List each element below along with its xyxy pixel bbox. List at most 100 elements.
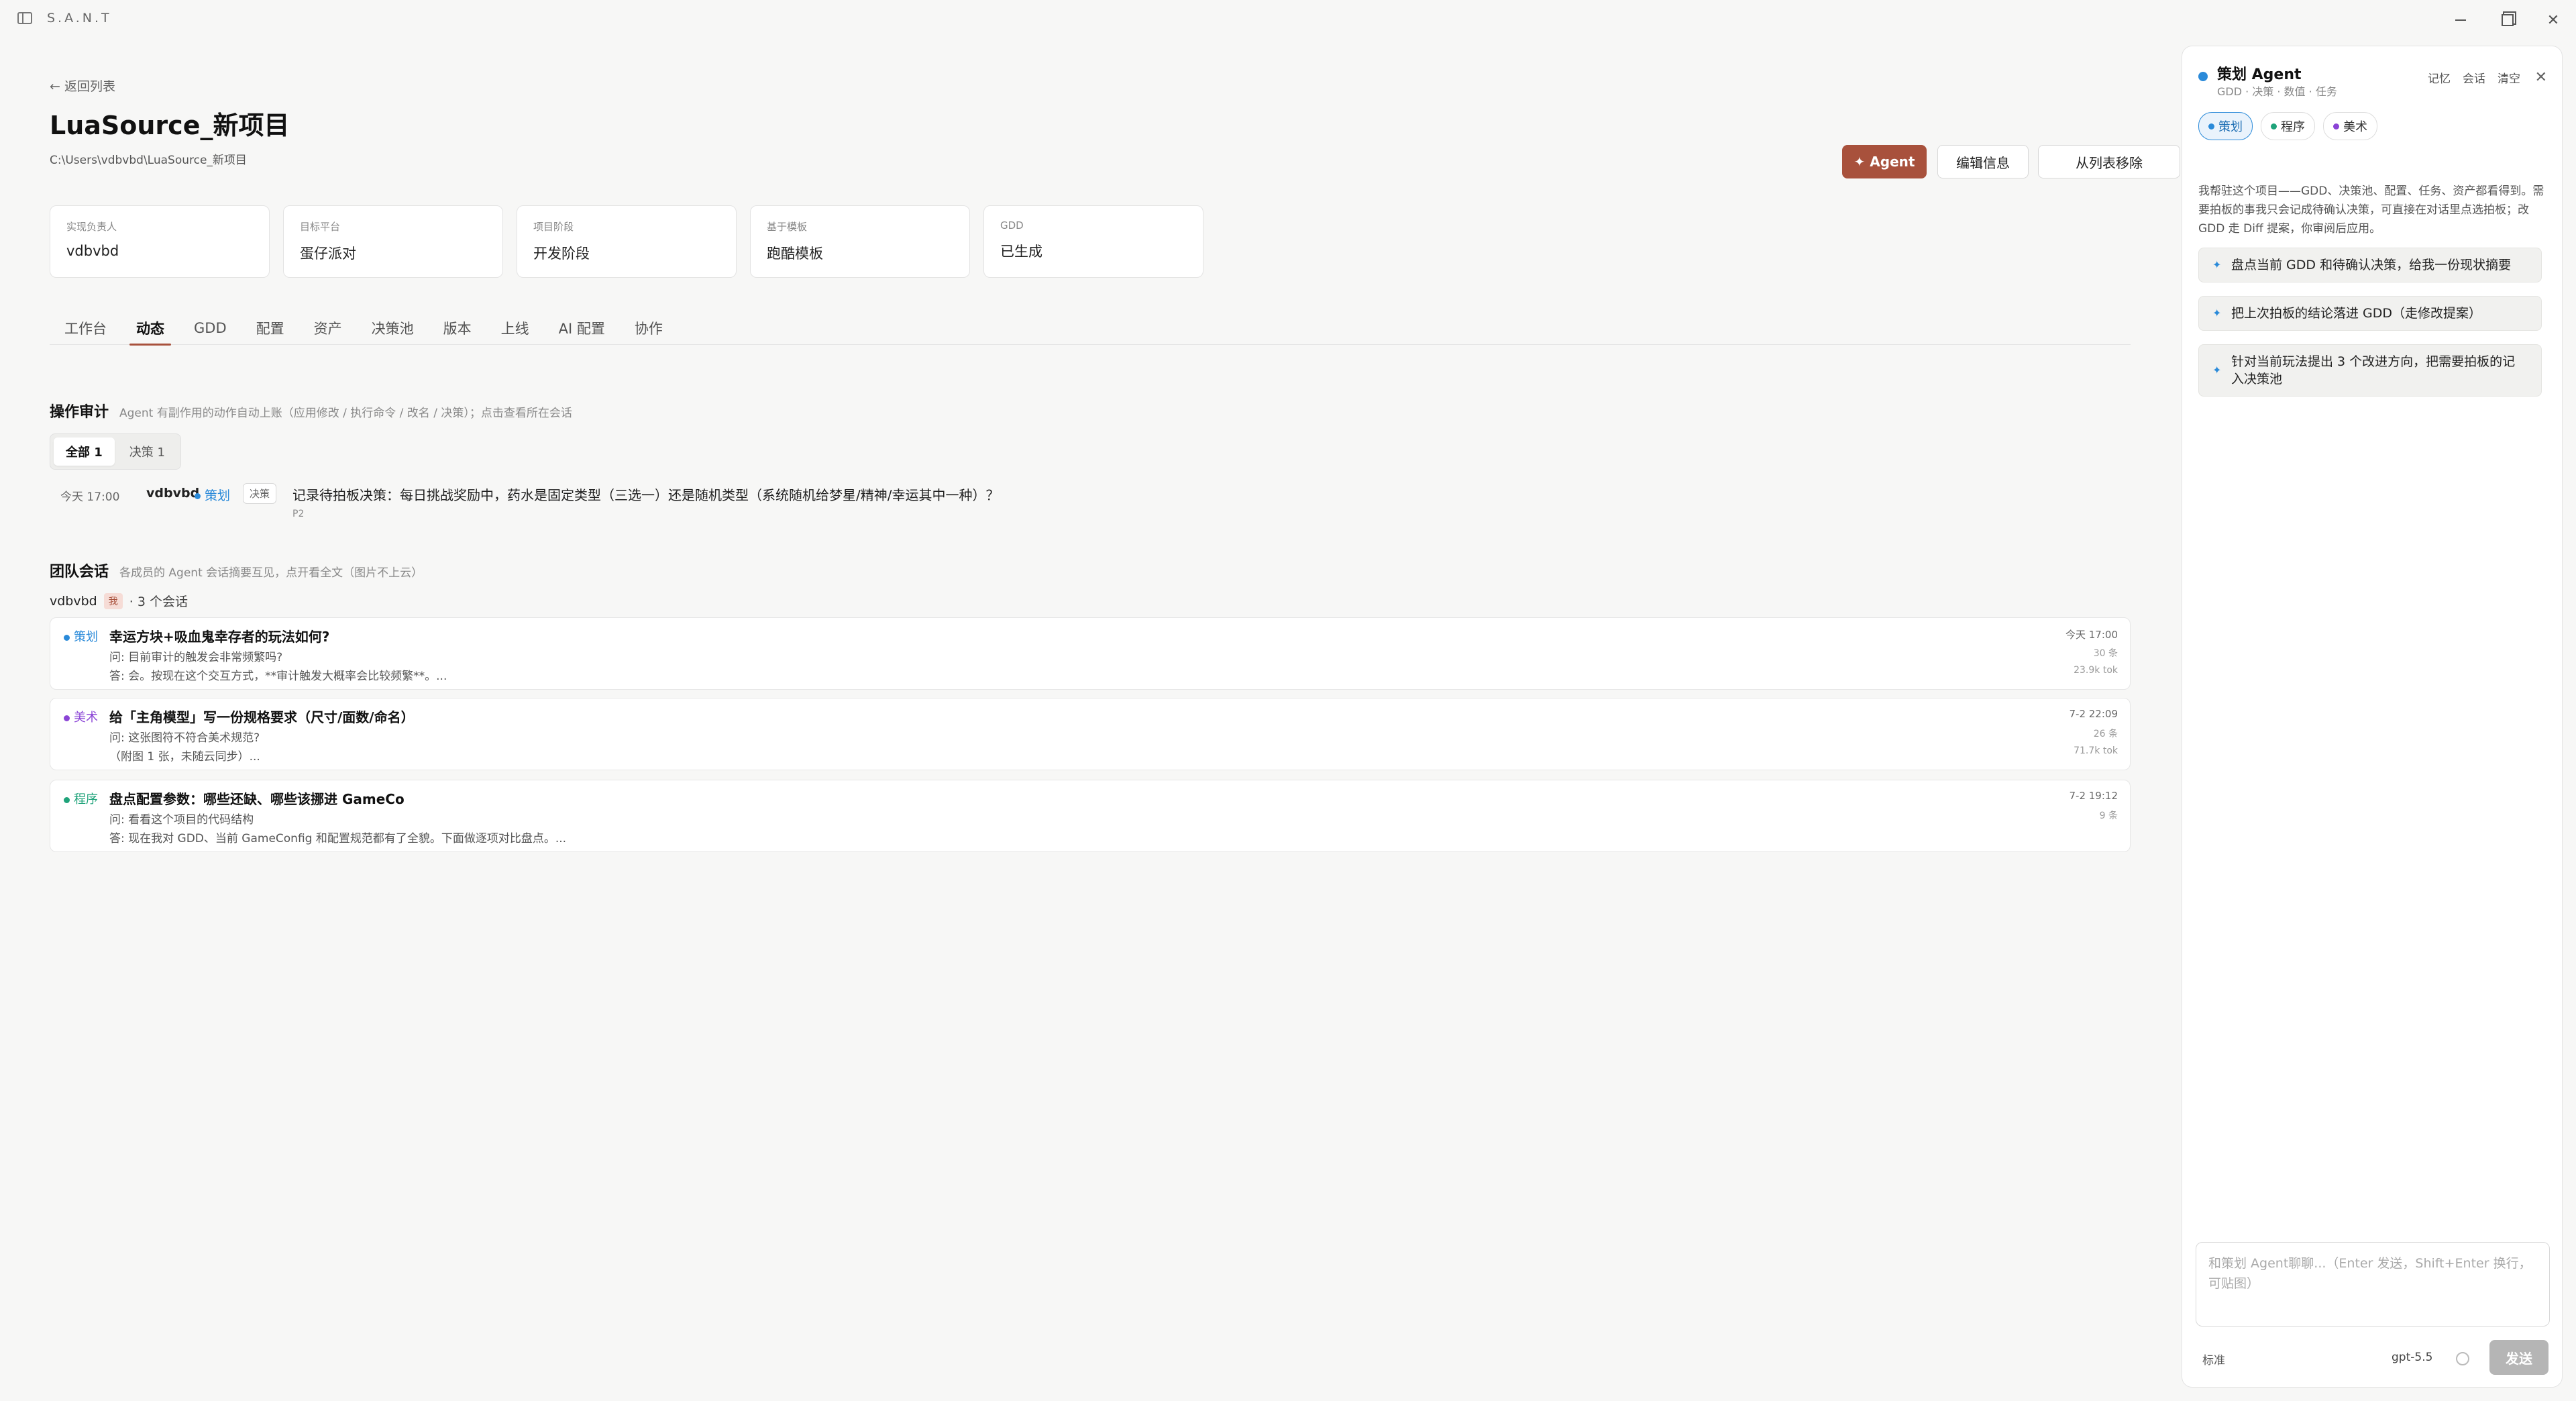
team-section-header: 团队会话 各成员的 Agent 会话摘要互见，点开看全文（图片不上云） (50, 560, 423, 581)
session-answer: （附图 1 张，未随云同步）... (109, 750, 260, 764)
info-card-label: GDD (1000, 219, 1024, 231)
audit-type-badge: 决策 (243, 483, 277, 504)
mode-selector[interactable]: 标准 (2202, 1351, 2225, 1367)
audit-user: vdbvbd (146, 486, 200, 501)
session-time: 7-2 19:12 (2069, 790, 2118, 802)
role-chip-label: 美术 (2343, 120, 2367, 134)
role-chip-label: 策划 (2218, 120, 2243, 134)
agent-status-icon (2198, 72, 2208, 81)
info-card-template: 基于模板 跑酷模板 (750, 205, 970, 278)
role-chip-artist[interactable]: 美术 (2323, 112, 2377, 140)
back-to-list-link[interactable]: ← 返回列表 (50, 76, 115, 95)
tab-config[interactable]: 配置 (241, 311, 299, 345)
maximize-icon[interactable] (2494, 8, 2521, 32)
agent-intro: 我帮驻这个项目——GDD、决策池、配置、任务、资产都看得到。需要拍板的事我只会记… (2198, 185, 2544, 236)
suggestion-item[interactable]: ✦ 针对当前玩法提出 3 个改进方向，把需要拍板的记入决策池 (2198, 344, 2542, 397)
tab-workbench[interactable]: 工作台 (50, 311, 121, 345)
session-title: 盘点配置参数：哪些还缺、哪些该挪进 GameCo (109, 791, 405, 807)
sessions-button[interactable]: 会话 (2463, 69, 2485, 86)
tab-launch[interactable]: 上线 (486, 311, 544, 345)
role-chip-label: 程序 (2281, 120, 2305, 134)
info-card-label: 基于模板 (767, 221, 808, 233)
tab-versions[interactable]: 版本 (429, 311, 486, 345)
memory-button[interactable]: 记忆 (2428, 69, 2451, 86)
sparkle-icon: ✦ (2212, 307, 2222, 319)
session-role-label: 美术 (74, 711, 98, 725)
info-card-label: 项目阶段 (533, 221, 574, 233)
tab-activity[interactable]: 动态 (121, 311, 179, 346)
audit-section-header: 操作审计 Agent 有副作用的动作自动上账（应用修改 / 执行命令 / 改名 … (50, 400, 572, 421)
agent-button[interactable]: ✦ Agent (1842, 145, 1927, 178)
info-card-platform: 目标平台 蛋仔派对 (283, 205, 503, 278)
info-card-stage: 项目阶段 开发阶段 (517, 205, 737, 278)
session-role: 策划 (64, 627, 98, 645)
agent-chat-input[interactable]: 和策划 Agent聊聊...（Enter 发送，Shift+Enter 换行，可… (2196, 1242, 2550, 1327)
audit-row[interactable]: 今天 17:00 vdbvbd 策划 决策 记录待拍板决策：每日挑战奖励中，药水… (50, 483, 2131, 523)
suggestion-item[interactable]: ✦ 盘点当前 GDD 和待确认决策，给我一份现状摘要 (2198, 248, 2542, 282)
project-tabs: 工作台 动态 GDD 配置 资产 决策池 版本 上线 AI 配置 协作 (50, 311, 2131, 346)
team-subtitle: 各成员的 Agent 会话摘要互见，点开看全文（图片不上云） (119, 566, 423, 580)
session-title: 给「主角模型」写一份规格要求（尺寸/面数/命名） (109, 709, 415, 725)
info-card-label: 实现负责人 (66, 221, 117, 233)
audit-filter-group: 全部 1 决策 1 (50, 433, 181, 470)
session-card[interactable]: 美术 给「主角模型」写一份规格要求（尺寸/面数/命名） 问: 这张图符不符合美术… (50, 698, 2131, 770)
tab-ai-config[interactable]: AI 配置 (544, 311, 620, 345)
tab-decision-pool[interactable]: 决策池 (357, 311, 429, 345)
team-user-line: vdbvbd 我 · 3 个会话 (50, 592, 188, 610)
session-question: 问: 看看这个项目的代码结构 (109, 813, 254, 827)
project-path: C:\Users\vdbvbd\LuaSource_新项目 (50, 154, 247, 167)
close-window-icon[interactable]: ✕ (2540, 8, 2567, 32)
title-bar: S.A.N.T ✕ (0, 0, 2576, 40)
filter-all[interactable]: 全部 1 (54, 437, 115, 466)
model-selector[interactable]: gpt-5.5 (2392, 1351, 2432, 1364)
role-dot-icon (2271, 123, 2277, 129)
minimize-icon[interactable] (2447, 8, 2474, 32)
audit-text: 记录待拍板决策：每日挑战奖励中，药水是固定类型（三选一）还是随机类型（系统随机给… (292, 487, 1000, 503)
session-message-count: 26 条 (2093, 729, 2118, 739)
session-question: 问: 这张图符不符合美术规范? (109, 731, 260, 745)
team-user-name: vdbvbd (50, 593, 97, 609)
close-panel-icon[interactable]: ✕ (2535, 69, 2547, 86)
app-name: S.A.N.T (47, 11, 112, 25)
info-card-gdd: GDD 已生成 (983, 205, 1203, 278)
suggestion-item[interactable]: ✦ 把上次拍板的结论落进 GDD（走修改提案） (2198, 296, 2542, 331)
remove-from-list-button[interactable]: 从列表移除 (2038, 145, 2180, 178)
tab-gdd[interactable]: GDD (179, 311, 241, 345)
audit-time: 今天 17:00 (60, 490, 120, 504)
session-answer: 答: 现在我对 GDD、当前 GameConfig 和配置规范都有了全貌。下面做… (109, 832, 567, 845)
session-card[interactable]: 策划 幸运方块+吸血鬼幸存者的玩法如何? 问: 目前审计的触发会非常频繁吗? 答… (50, 617, 2131, 690)
role-dot-icon (2333, 123, 2339, 129)
suggestion-text: 盘点当前 GDD 和待确认决策，给我一份现状摘要 (2231, 258, 2512, 272)
agent-panel: 策划 Agent GDD · 决策 · 数值 · 任务 记忆 会话 清空 ✕ 策… (2182, 46, 2563, 1388)
role-chip-programmer[interactable]: 程序 (2261, 112, 2315, 140)
session-token-count: 23.9k tok (2074, 665, 2118, 676)
audit-subtitle: Agent 有副作用的动作自动上账（应用修改 / 执行命令 / 改名 / 决策）… (119, 407, 572, 420)
tab-collaboration[interactable]: 协作 (620, 311, 678, 345)
filter-decisions[interactable]: 决策 1 (117, 437, 177, 466)
session-time: 7-2 22:09 (2069, 708, 2118, 720)
edit-info-button[interactable]: 编辑信息 (1937, 145, 2029, 178)
session-card[interactable]: 程序 盘点配置参数：哪些还缺、哪些该挪进 GameCo 问: 看看这个项目的代码… (50, 780, 2131, 852)
info-card-value: 跑酷模板 (767, 246, 823, 262)
sidebar-toggle-icon[interactable] (17, 12, 32, 24)
clear-button[interactable]: 清空 (2498, 69, 2520, 86)
info-cards: 实现负责人 vdbvbd 目标平台 蛋仔派对 项目阶段 开发阶段 基于模板 跑酷… (50, 205, 1203, 278)
session-role-label: 程序 (74, 792, 98, 807)
role-dot-icon (64, 634, 70, 641)
info-card-value: 蛋仔派对 (300, 246, 356, 262)
info-card-owner: 实现负责人 vdbvbd (50, 205, 270, 278)
role-dot-icon (64, 796, 70, 803)
session-question: 问: 目前审计的触发会非常频繁吗? (109, 651, 283, 664)
send-button[interactable]: 发送 (2489, 1340, 2548, 1375)
audit-title: 操作审计 (50, 404, 109, 421)
role-dot-icon (195, 493, 201, 499)
agent-actions: 记忆 会话 清空 (2428, 69, 2520, 86)
role-dot-icon (64, 715, 70, 721)
audit-role-label: 策划 (205, 488, 231, 503)
team-title: 团队会话 (50, 564, 109, 580)
sparkle-icon: ✦ (2212, 258, 2222, 271)
info-card-value: vdbvbd (66, 243, 119, 259)
project-title: LuaSource_新项目 (50, 111, 290, 140)
role-chip-planner[interactable]: 策划 (2198, 112, 2253, 140)
tab-assets[interactable]: 资产 (299, 311, 357, 345)
